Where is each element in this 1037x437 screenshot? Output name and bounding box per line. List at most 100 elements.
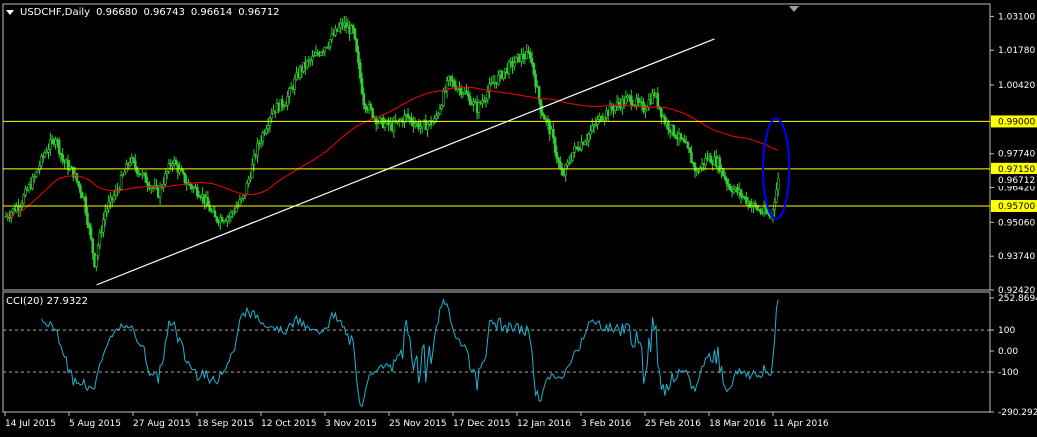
candle-body xyxy=(452,80,456,87)
candle-body xyxy=(265,128,268,134)
candle-body xyxy=(686,141,690,149)
candle-body xyxy=(571,152,575,161)
candle-body xyxy=(305,60,309,68)
candle-body xyxy=(583,141,587,145)
candle-body xyxy=(355,38,358,53)
symbol-label: USDCHF,Daily xyxy=(20,7,91,18)
candle-body xyxy=(507,61,511,74)
candle-body xyxy=(132,157,135,162)
candle-body xyxy=(564,164,567,176)
candle-body xyxy=(764,207,768,214)
candle-body xyxy=(371,108,374,118)
date-axis-label: 12 Jan 2016 xyxy=(517,419,571,429)
candle-body xyxy=(497,74,500,85)
date-axis-label: 14 Jul 2015 xyxy=(5,419,56,429)
candle-body xyxy=(466,93,470,97)
candle-body xyxy=(96,245,100,257)
candle-body xyxy=(103,211,107,220)
level-price-label: 0.95700 xyxy=(998,202,1035,212)
candle-body xyxy=(532,63,536,75)
price-axis-label: 1.01780 xyxy=(998,46,1035,56)
scroll-marker-icon xyxy=(789,6,799,12)
candle-body xyxy=(369,104,373,109)
candle-body xyxy=(360,77,364,94)
candle-body xyxy=(553,137,557,153)
dropdown-triangle-icon[interactable] xyxy=(6,10,14,15)
cci-axis-label: 100 xyxy=(998,326,1015,336)
candle-body xyxy=(215,216,219,222)
price-axis-label: 0.97740 xyxy=(998,150,1035,160)
candle-body xyxy=(79,185,82,193)
candle-body xyxy=(426,124,429,130)
candle-body xyxy=(245,182,249,195)
candle-body xyxy=(775,189,778,203)
candle-body xyxy=(406,114,410,118)
candle-body xyxy=(234,207,238,213)
candle-body xyxy=(722,168,725,177)
candle-body xyxy=(206,197,210,206)
candle-body xyxy=(589,130,592,135)
candle-body xyxy=(293,78,297,90)
candle-body xyxy=(87,224,91,229)
candle-body xyxy=(656,93,660,107)
candle-body xyxy=(660,108,663,118)
candle-body xyxy=(383,122,387,129)
candle-body xyxy=(119,175,123,190)
candle-body xyxy=(449,75,452,81)
candle-body xyxy=(91,238,95,254)
candle-body xyxy=(181,170,185,174)
ohlc-open: 0.96680 xyxy=(96,7,138,18)
candle-body xyxy=(281,99,284,107)
price-axis-label: 1.00420 xyxy=(998,81,1035,91)
candle-body xyxy=(559,161,562,170)
candle-body xyxy=(776,178,780,191)
candle-body xyxy=(753,202,757,207)
candle-body xyxy=(502,71,505,79)
candle-body xyxy=(530,58,534,64)
candle-body xyxy=(442,90,445,107)
candle-body xyxy=(77,180,80,186)
candle-body xyxy=(729,186,732,190)
candle-body xyxy=(18,206,22,210)
candle-body xyxy=(261,132,265,142)
candle-body xyxy=(86,212,89,225)
candle-body xyxy=(266,124,270,130)
candle-body xyxy=(337,26,341,32)
ohlc-high: 0.96743 xyxy=(143,7,185,18)
cci-header: CCI(20) 27.9322 xyxy=(6,296,88,307)
candle-body xyxy=(513,62,516,67)
candle-body xyxy=(95,255,98,267)
candle-body xyxy=(288,88,291,97)
candle-body xyxy=(98,232,102,247)
candle-body xyxy=(674,135,677,139)
candle-body xyxy=(723,175,727,180)
date-axis-label: 25 Feb 2016 xyxy=(645,419,701,429)
candle-body xyxy=(590,125,594,132)
candle-body xyxy=(213,210,217,218)
candle-body xyxy=(158,186,162,198)
candle-body xyxy=(629,95,633,105)
candle-body xyxy=(435,115,438,120)
candle-body xyxy=(672,124,676,136)
candle-body xyxy=(357,51,360,64)
candle-body xyxy=(477,102,481,114)
date-axis-label: 18 Mar 2016 xyxy=(709,419,766,429)
candle-body xyxy=(667,121,670,130)
candle-body xyxy=(698,167,702,173)
candle-body xyxy=(362,93,366,105)
candle-body xyxy=(486,91,490,100)
candle-body xyxy=(164,173,167,185)
candle-body xyxy=(238,199,242,206)
candle-body xyxy=(40,155,43,167)
candle-body xyxy=(144,173,148,183)
candle-body xyxy=(617,101,621,105)
candle-body xyxy=(61,154,64,161)
candle-body xyxy=(534,73,537,88)
date-axis-label: 18 Sep 2015 xyxy=(197,419,254,429)
trendline xyxy=(96,38,715,286)
candle-body xyxy=(31,176,34,189)
candle-body xyxy=(358,62,362,79)
date-axis-label: 3 Nov 2015 xyxy=(325,419,377,429)
candle-body xyxy=(36,169,40,173)
candle-body xyxy=(319,52,323,56)
